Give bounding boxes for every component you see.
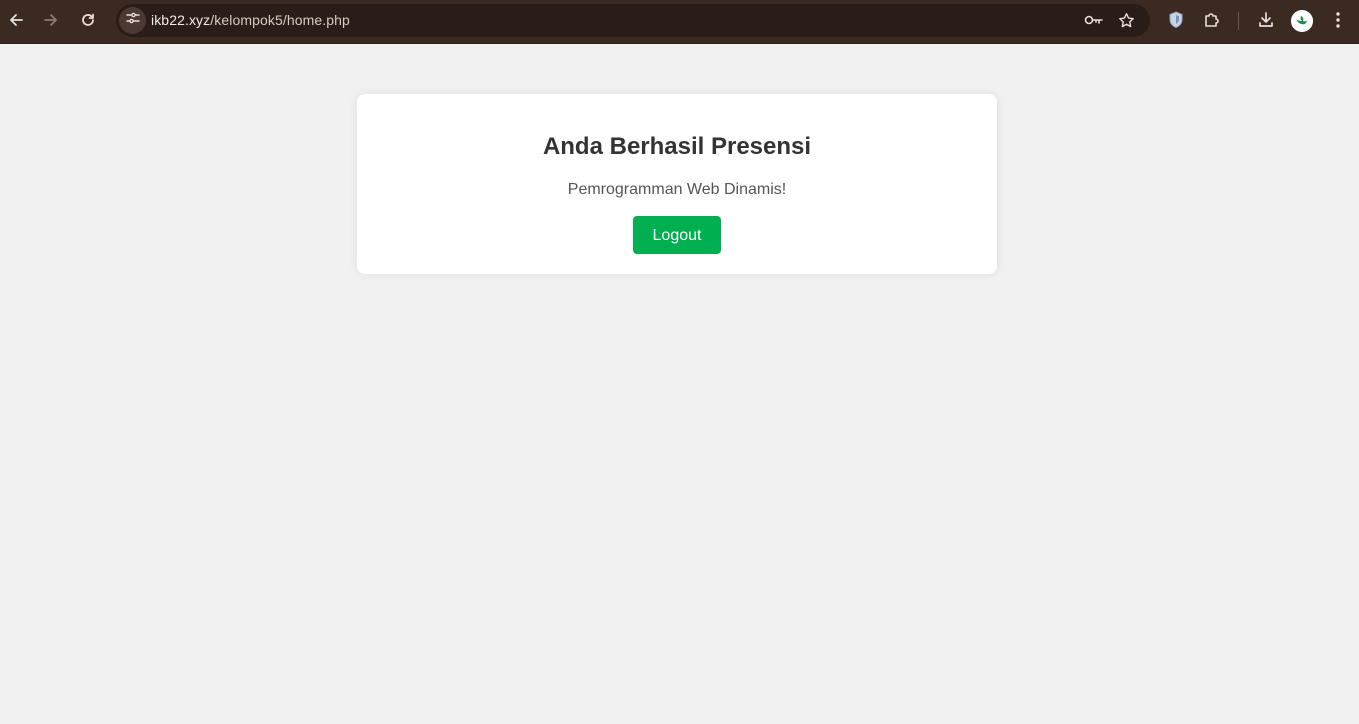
reload-button[interactable] [74, 6, 102, 34]
kebab-menu-icon [1335, 11, 1341, 29]
puzzle-icon [1203, 11, 1221, 29]
site-info-button[interactable] [119, 7, 146, 34]
url-host: ikb22.xyz [151, 12, 211, 28]
address-bar[interactable]: ikb22.xyz/kelompok5/home.php [116, 4, 1150, 37]
tune-icon [125, 11, 140, 30]
page-title: Anda Berhasil Presensi [542, 133, 812, 160]
browser-toolbar: ikb22.xyz/kelompok5/home.php [0, 0, 1359, 44]
extensions-button[interactable] [1198, 6, 1226, 34]
back-button[interactable] [2, 6, 30, 34]
download-icon [1257, 11, 1275, 29]
password-button[interactable] [1080, 6, 1108, 34]
forward-arrow-icon [43, 12, 59, 28]
bookmark-button[interactable] [1112, 6, 1140, 34]
logout-button[interactable]: Logout [633, 216, 721, 254]
toolbar-separator [1238, 12, 1239, 30]
url-path: /kelompok5/home.php [210, 12, 350, 28]
shield-icon [1168, 11, 1184, 29]
key-icon [1084, 13, 1104, 27]
shield-extension-button[interactable] [1162, 6, 1190, 34]
browser-menu-button[interactable] [1324, 6, 1352, 34]
reload-icon [80, 12, 96, 28]
presence-card: Anda Berhasil Presensi Pemrogramman Web … [357, 94, 997, 274]
course-subtitle: Pemrogramman Web Dinamis! [567, 181, 787, 198]
back-arrow-icon [8, 12, 24, 28]
downloads-button[interactable] [1252, 6, 1280, 34]
star-icon [1118, 12, 1135, 29]
url-text[interactable]: ikb22.xyz/kelompok5/home.php [151, 12, 350, 28]
profile-avatar[interactable] [1291, 10, 1313, 32]
forward-button[interactable] [37, 6, 65, 34]
